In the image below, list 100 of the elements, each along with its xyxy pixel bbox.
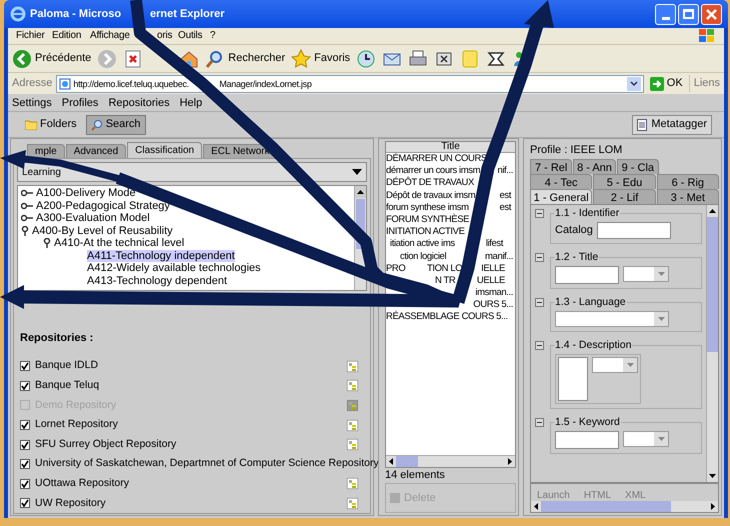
collapse-handle-icon[interactable]	[535, 209, 544, 218]
menu-item[interactable]: Profiles	[62, 95, 98, 112]
checkbox[interactable]	[20, 420, 30, 430]
address-field[interactable]: http://demo.licef.teluq.uquebec. Manager/indexLornet.jsp	[56, 74, 644, 92]
dropdown-icon[interactable]	[626, 76, 641, 90]
menu-item[interactable]: oris	[157, 29, 172, 43]
clock-icon[interactable]	[356, 48, 376, 68]
result-row-text[interactable]: IELLE	[481, 262, 505, 275]
collapsed-handle-icon[interactable]	[21, 189, 33, 198]
result-row-text[interactable]: PRO	[386, 262, 406, 275]
back-button[interactable]: Précédente	[12, 48, 92, 68]
scroll-thumb[interactable]	[541, 501, 671, 512]
checkbox[interactable]	[20, 498, 30, 508]
result-row-text[interactable]: UELLE	[476, 274, 505, 288]
tree-item[interactable]: A412-Widely available technologies	[87, 262, 261, 274]
tab[interactable]: 3 - Met	[656, 189, 719, 204]
tab[interactable]: 1 - General	[530, 189, 592, 204]
stop-icon[interactable]	[123, 48, 144, 68]
menu-item[interactable]: Edition	[52, 29, 82, 43]
language-combo[interactable]	[555, 311, 669, 327]
text-field[interactable]	[596, 222, 671, 239]
scroll-left-icon[interactable]	[389, 458, 393, 465]
tree-item[interactable]: A300-Evaluation Model	[36, 212, 150, 224]
tree-item[interactable]: A100-Delivery Mode	[36, 187, 136, 200]
expanded-handle-icon[interactable]	[43, 238, 51, 248]
scroll-left-icon[interactable]	[534, 503, 538, 510]
scroll-right-icon[interactable]	[508, 458, 512, 465]
tab[interactable]: 9 - Cla	[616, 159, 659, 174]
result-row-text[interactable]: itiation active ims	[390, 238, 455, 251]
result-row-text[interactable]: est	[500, 202, 511, 214]
language-combo[interactable]	[623, 431, 669, 447]
house-icon[interactable]	[179, 48, 200, 68]
go-button[interactable]: OK	[648, 75, 685, 92]
result-row-text[interactable]: RÉASSEMBLAGE COURS 5...	[386, 311, 508, 324]
tree-browse-icon[interactable]	[347, 420, 358, 431]
expanded-handle-icon[interactable]	[21, 226, 29, 236]
tree-browse-icon[interactable]	[347, 360, 358, 372]
result-row-text[interactable]: imsman...	[475, 287, 513, 300]
tree-item[interactable]: A410-At the technical level	[54, 237, 184, 250]
tab[interactable]: Classification	[127, 142, 202, 158]
result-row-text[interactable]: forum synthese imsm	[386, 202, 469, 214]
tab[interactable]: 7 - Rel	[530, 159, 572, 174]
collapse-handle-icon[interactable]	[535, 298, 544, 307]
language-combo[interactable]	[592, 357, 638, 373]
collapse-handle-icon[interactable]	[535, 253, 544, 262]
checkbox[interactable]	[20, 361, 30, 372]
tree-item[interactable]: A400-By Level of Reusability	[32, 224, 173, 237]
tab[interactable]: 5 - Edu	[593, 174, 656, 189]
tree-browse-icon[interactable]	[347, 439, 358, 450]
text-field[interactable]	[555, 266, 619, 284]
collapsed-handle-icon[interactable]	[21, 202, 33, 210]
menu-item[interactable]: Help	[180, 95, 202, 112]
links-label[interactable]: Liens	[688, 75, 720, 92]
checkbox[interactable]	[20, 459, 30, 470]
printer-icon[interactable]	[408, 48, 428, 68]
tree-browse-icon[interactable]	[347, 478, 358, 490]
result-row-text[interactable]: OURS 5...	[473, 299, 513, 312]
result-row-text[interactable]: manif...	[485, 250, 513, 263]
scroll-up-icon[interactable]	[709, 209, 716, 213]
tab[interactable]: Advanced	[66, 144, 126, 158]
menu-item[interactable]: Outils	[178, 29, 202, 43]
scroll-down-icon[interactable]	[709, 474, 716, 478]
menu-item[interactable]: Settings	[12, 95, 52, 112]
scroll-thumb[interactable]	[396, 456, 418, 467]
minimize-button[interactable]	[655, 4, 676, 24]
tree-item[interactable]: A411-Technology independent	[87, 250, 235, 262]
toolbar-button[interactable]: Search	[86, 114, 146, 134]
collapse-handle-icon[interactable]	[535, 418, 544, 427]
result-row-text[interactable]: est	[500, 190, 511, 202]
tab[interactable]: 4 - Tec	[530, 174, 592, 189]
maximize-button[interactable]	[678, 4, 699, 24]
result-row-text[interactable]: INITIATION ACTIVE	[386, 226, 465, 238]
result-row-text[interactable]: Dépôt de travaux imsm	[386, 190, 476, 202]
result-row-text[interactable]: N TR	[435, 274, 456, 288]
scrollbar[interactable]	[706, 205, 718, 482]
scroll-up-icon[interactable]	[357, 190, 364, 194]
tab[interactable]: 2 - Lif	[593, 189, 656, 204]
tree-browse-icon[interactable]	[347, 380, 358, 392]
result-row-text[interactable]: lifest	[486, 238, 503, 251]
scroll-right-icon[interactable]	[711, 503, 715, 510]
star-button[interactable]: Favoris	[291, 48, 350, 68]
tree-browse-icon[interactable]	[347, 498, 358, 509]
checkbox[interactable]	[20, 478, 30, 489]
menu-item[interactable]: Affichage	[90, 29, 130, 43]
web-search-button[interactable]: Rechercher	[205, 48, 286, 68]
menu-item[interactable]: Repositories	[108, 95, 170, 112]
tab[interactable]: 6 - Rig	[656, 174, 719, 189]
tab[interactable]: 8 - Ann	[573, 159, 616, 174]
tree-item[interactable]: A413-Technology dependent	[87, 274, 228, 287]
result-row-text[interactable]: ction logiciel	[400, 250, 446, 263]
horizontal-scrollbar[interactable]	[386, 455, 515, 467]
checkbox[interactable]	[20, 380, 30, 391]
dropdown-icon[interactable]	[352, 169, 362, 175]
collapsed-handle-icon[interactable]	[21, 214, 33, 222]
text-field[interactable]	[558, 357, 588, 401]
toolbar-button[interactable]: Folders	[20, 114, 82, 134]
text-field[interactable]	[555, 431, 619, 449]
result-row-text[interactable]: nif...	[497, 165, 513, 178]
collapse-handle-icon[interactable]	[535, 341, 544, 350]
checkbox[interactable]	[20, 440, 30, 450]
